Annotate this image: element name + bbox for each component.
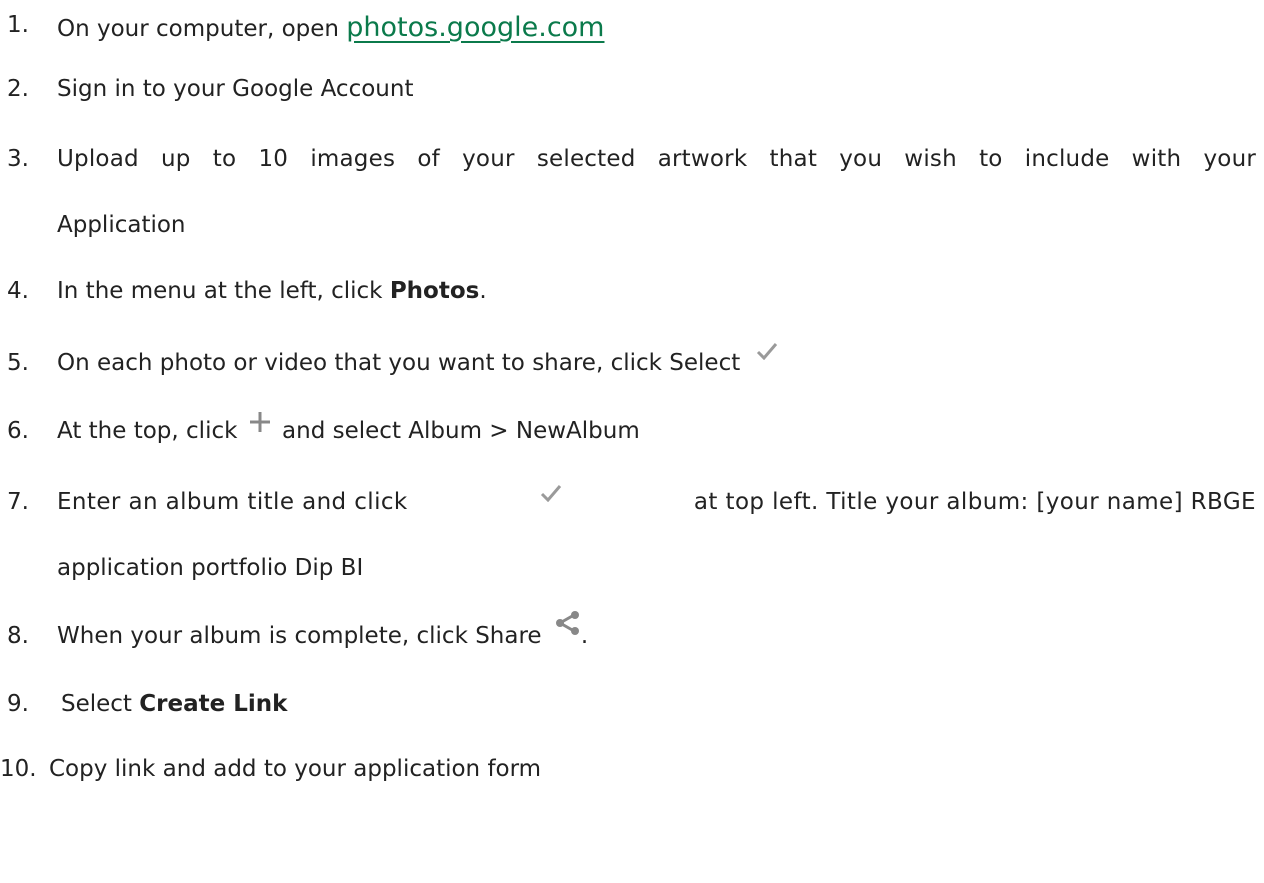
step-number: 8. [7,623,29,649]
step-text-line-1: Enter an album title and click at top le… [57,485,1256,515]
share-icon [555,611,581,640]
step-text-part: On each photo or video that you want to … [57,350,741,376]
step-number: 1. [7,12,29,38]
step-text: On your computer, open photos.google.com [57,14,1256,41]
step-text: Select Create Link [61,693,1256,716]
step-text: When your album is complete, click Share… [57,611,1256,649]
step-text: At the top, click and select Album > New… [57,412,1256,444]
step-number: 4. [7,278,29,304]
step-text: Sign in to your Google Account [57,76,414,102]
step-text-part: Enter an album title and click [57,489,408,515]
step-text-part: and select Album > NewAlbum [282,418,640,444]
step-text-part: At the top, click [57,418,238,444]
step-text-line-1: Upload up to 10 images of your selected … [57,146,1256,172]
step-number: 10. [0,756,37,782]
check-icon [540,484,562,507]
step-number: 5. [7,350,29,376]
plus-icon [249,411,271,438]
step-text-part: Select [61,691,132,717]
step-number: 6. [7,418,29,444]
photos-bold: Photos [389,278,480,304]
step-text: On each photo or video that you want to … [57,343,1256,376]
step-text-part: In the menu at the left, click [57,278,383,304]
check-icon [756,342,778,365]
step-text-part: . [479,278,487,304]
step-number: 7. [7,489,29,515]
step-text: Copy link and add to your application fo… [49,756,542,782]
step-number: 3. [7,146,29,172]
step-text: In the menu at the left, click Photos. [57,280,1256,303]
step-text-part: When your album is complete, click Share [57,623,542,649]
photos-link[interactable]: photos.google.com [346,12,604,43]
create-link-bold: Create Link [139,691,288,717]
step-number: 2. [7,76,29,102]
step-text-line-2: Application [57,212,186,238]
step-text-part: at top left. Title your album: [your nam… [693,489,1256,515]
step-text-line-2: application portfolio Dip BI [57,555,364,581]
step-text-part: On your computer, open [57,16,339,42]
step-text-part: . [580,623,589,649]
step-number: 9. [7,691,29,717]
